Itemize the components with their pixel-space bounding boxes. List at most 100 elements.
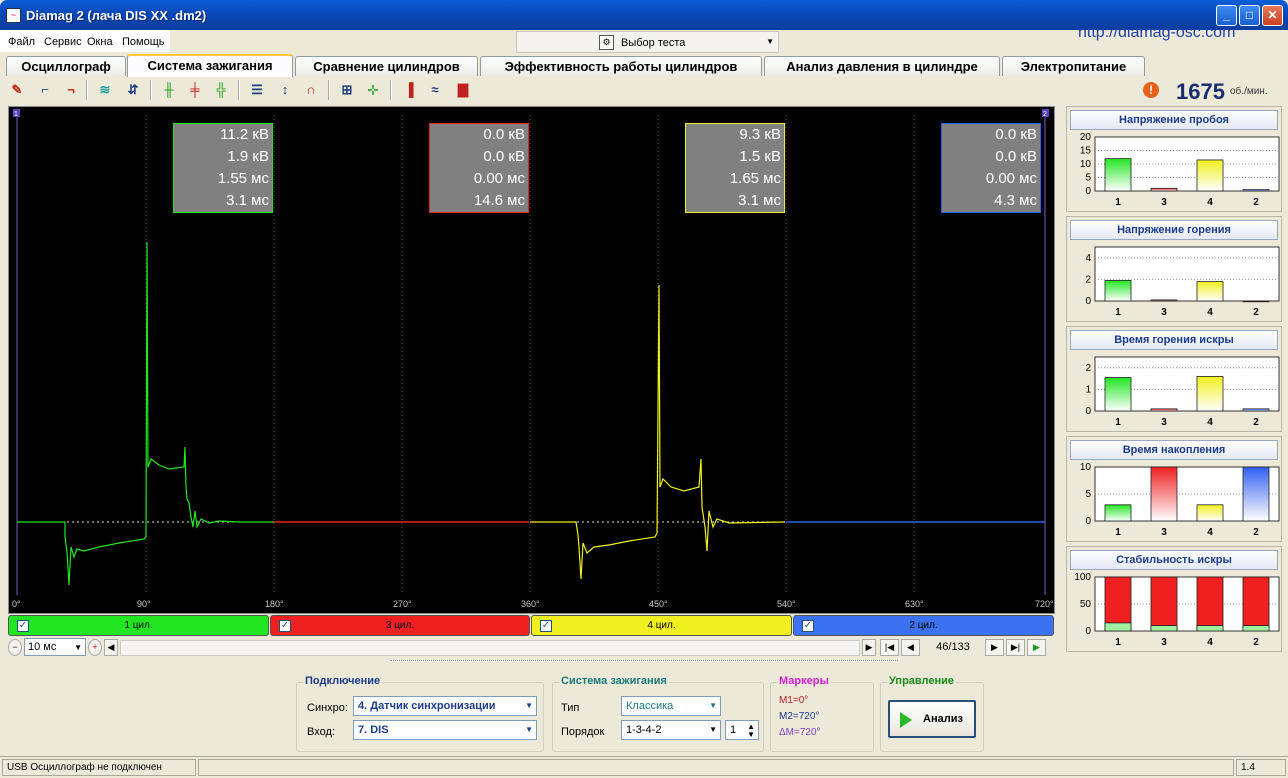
bar-2 [1242, 466, 1270, 522]
tab-ignition-system[interactable]: Система зажигания [127, 54, 293, 77]
menu-help[interactable]: Помощь [122, 36, 165, 48]
x-category-label: 4 [1207, 307, 1213, 318]
bar-4 [1196, 376, 1224, 412]
x-category-label: 1 [1115, 637, 1121, 648]
menu-service[interactable]: Сервис [44, 36, 82, 48]
tab-power-supply[interactable]: Электропитание [1002, 56, 1145, 76]
cylinder-1-toggle[interactable]: ✓ 1 цил. [8, 615, 269, 636]
tab-bar: Осциллограф Система зажигания Сравнение … [0, 54, 1288, 77]
last-frame-button[interactable]: ▶| [1006, 639, 1025, 656]
tab-cylinder-pressure[interactable]: Анализ давления в цилиндре [764, 56, 1000, 76]
x-tick: 0° [12, 599, 21, 609]
stat-chart-title[interactable]: Стабильность искры [1070, 550, 1278, 570]
stat-chart-plot: 10 5 0 1 3 4 2 [1080, 462, 1280, 538]
scroll-track[interactable] [120, 640, 860, 656]
analyze-button[interactable]: Анализ [888, 700, 976, 738]
stat-chart-plot: 2 1 0 1 3 4 2 [1085, 356, 1280, 428]
zoom-out-icon[interactable]: − [8, 639, 22, 656]
rpm-unit: об./мин. [1230, 86, 1268, 97]
tab-cylinder-efficiency[interactable]: Эффективность работы цилиндров [480, 56, 762, 76]
cylinder-2-toggle[interactable]: ✓ 2 цил. [793, 615, 1054, 636]
y-tick-label: 15 [1080, 146, 1092, 157]
menu-file[interactable]: Файл [8, 36, 35, 48]
waveform-cyl-4 [530, 284, 786, 580]
bar-1 [1104, 280, 1132, 302]
auto-trigger-icon[interactable]: ✎ [6, 79, 28, 101]
minimize-button[interactable]: _ [1216, 5, 1237, 26]
ignition-type-select[interactable]: Классика ▼ [621, 696, 721, 716]
y-tick-label: 50 [1080, 599, 1092, 610]
x-category-label: 2 [1253, 307, 1259, 318]
waveform-raster-icon[interactable]: ╬ [210, 79, 232, 101]
readout-cyl-2: 0.0 кВ 0.0 кВ 0.00 мс 4.3 мс [941, 123, 1041, 213]
bar-1 [1104, 158, 1132, 192]
wave-stack-icon[interactable]: ≈ [424, 79, 446, 101]
horizontal-lines-icon[interactable]: ☰ [246, 79, 268, 101]
tab-cylinder-comparison[interactable]: Сравнение цилиндров [295, 56, 478, 76]
cursor-icon[interactable]: ⊹ [362, 79, 384, 101]
oscilloscope-display[interactable]: 1 2 0° 90° 180° 270° 360° 450° 540° 630°… [8, 106, 1055, 614]
falling-edge-icon[interactable]: ¬ [60, 79, 82, 101]
marker-icon[interactable]: ⊞ [336, 79, 358, 101]
x-category-label: 3 [1161, 527, 1167, 538]
website-url[interactable]: http://diamag-osc.com [1078, 24, 1235, 42]
input-select[interactable]: 7. DIS ▼ [353, 720, 537, 740]
scroll-right-button[interactable]: ▶ [862, 639, 876, 656]
bar-1 [1104, 504, 1132, 522]
order-stepper[interactable]: 1 ▲ ▼ [725, 720, 759, 740]
menu-bar: Файл Сервис Окна Помощь [0, 30, 170, 52]
bar-3 [1150, 576, 1178, 632]
stat-chart-title[interactable]: Время горения искры [1070, 330, 1278, 350]
bar-chart-icon[interactable]: ▇ [452, 79, 474, 101]
waveform-parade-icon[interactable]: ╫ [158, 79, 180, 101]
vertical-scale-icon[interactable]: ↕ [274, 79, 296, 101]
y-tick-label: 0 [1085, 296, 1091, 307]
splitter[interactable] [390, 660, 898, 664]
maximize-button[interactable]: □ [1239, 5, 1260, 26]
numbering-icon[interactable]: ⇵ [122, 79, 144, 101]
bar-4 [1196, 504, 1224, 522]
frame-counter: 46/133 [936, 641, 970, 653]
cylinder-3-toggle[interactable]: ✓ 3 цил. [270, 615, 530, 636]
curve-icon[interactable]: ∩ [300, 79, 322, 101]
x-category-label: 4 [1207, 527, 1213, 538]
y-tick-label: 4 [1085, 253, 1091, 264]
y-tick-label: 10 [1080, 462, 1092, 473]
histogram-icon[interactable]: ▐ [398, 79, 420, 101]
x-category-label: 3 [1161, 307, 1167, 318]
close-button[interactable]: ✕ [1262, 5, 1283, 26]
status-version: 1.4 [1236, 759, 1286, 776]
stat-chart-title[interactable]: Время накопления [1070, 440, 1278, 460]
play-button[interactable]: ▶ [1027, 639, 1046, 656]
waveform-overlay-icon[interactable]: ╪ [184, 79, 206, 101]
prev-frame-button[interactable]: ◀ [901, 639, 920, 656]
next-frame-button[interactable]: ▶ [985, 639, 1004, 656]
x-tick: 540° [777, 599, 796, 609]
first-frame-button[interactable]: |◀ [880, 639, 899, 656]
cylinder-4-toggle[interactable]: ✓ 4 цил. [531, 615, 792, 636]
x-category-label: 1 [1115, 307, 1121, 318]
menu-windows[interactable]: Окна [87, 36, 113, 48]
x-category-label: 3 [1161, 197, 1167, 208]
stat-chart-title[interactable]: Напряжение горения [1070, 220, 1278, 240]
scroll-left-button[interactable]: ◀ [104, 639, 118, 656]
stat-chart-title[interactable]: Напряжение пробоя [1070, 110, 1278, 130]
bar-1 [1104, 377, 1132, 412]
filter-icon[interactable]: ≋ [94, 79, 116, 101]
test-select-dropdown[interactable]: ⚙ Выбор теста ▼ [516, 31, 779, 53]
firing-order-select[interactable]: 1-3-4-2 ▼ [621, 720, 721, 740]
rising-edge-icon[interactable]: ⌐ [34, 79, 56, 101]
sync-select[interactable]: 4. Датчик синхронизации ▼ [353, 696, 537, 716]
tab-oscilloscope[interactable]: Осциллограф [6, 56, 126, 76]
readout-cyl-3: 0.0 кВ 0.0 кВ 0.00 мс 14.6 мс [429, 123, 529, 213]
y-tick-label: 5 [1085, 489, 1091, 500]
marker-m1: M1=0° [779, 695, 809, 706]
marker-2-label: 2 [1043, 111, 1047, 118]
markers-group: Маркеры M1=0° M2=720° ΔM=720° [770, 675, 874, 752]
waveform-cyl-1 [17, 241, 273, 586]
x-category-label: 1 [1115, 197, 1121, 208]
zoom-in-icon[interactable]: + [88, 639, 102, 656]
timebase-select[interactable]: 10 мс ▼ [24, 638, 86, 656]
gear-doc-icon: ⚙ [599, 35, 614, 50]
bar-stable-1 [1104, 622, 1132, 632]
